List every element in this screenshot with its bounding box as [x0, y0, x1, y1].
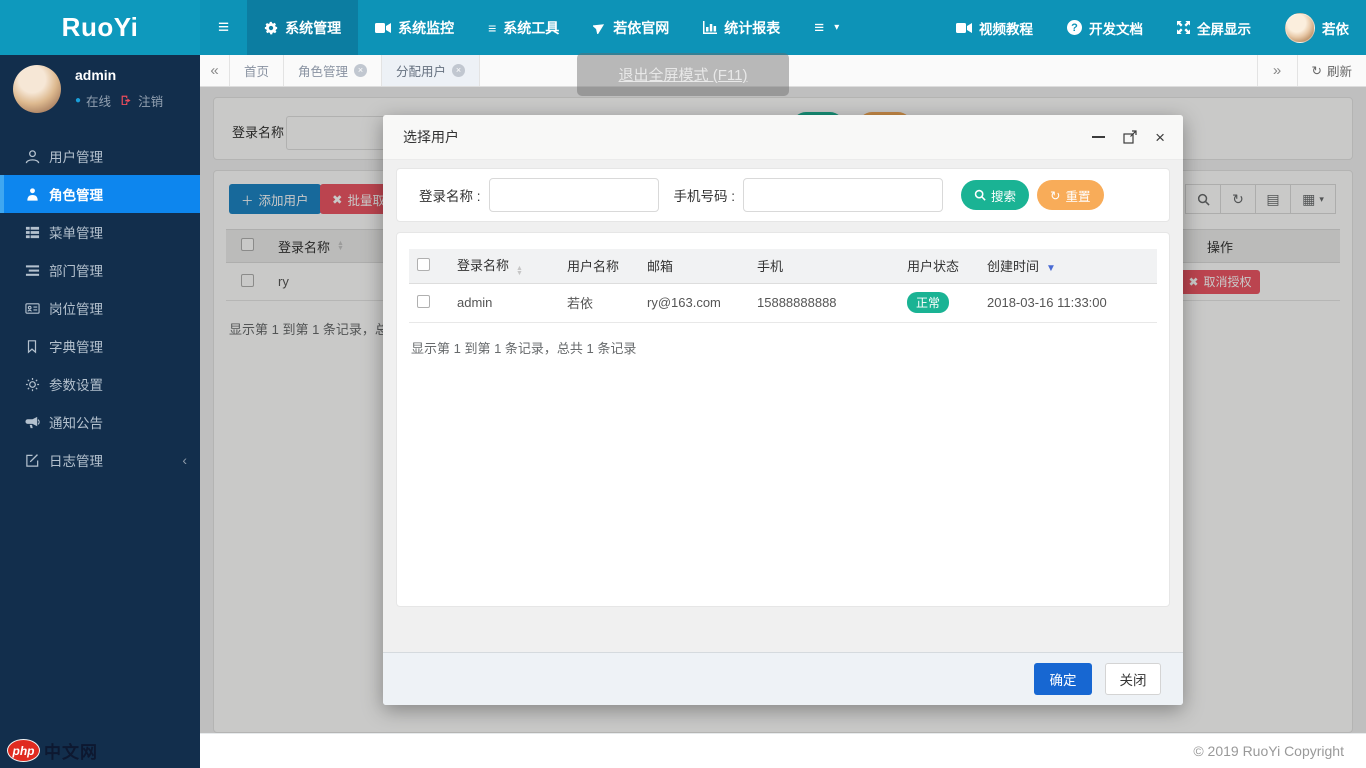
php-cn-watermark: php 中文网: [7, 738, 98, 763]
brand-logo: RuoYi: [0, 0, 200, 55]
nav-link-fullscreen[interactable]: 全屏显示: [1160, 0, 1268, 55]
user-avatar[interactable]: [13, 65, 61, 113]
id-card-icon: [24, 301, 40, 316]
nav-menu-dropdown[interactable]: ≡ ▾: [797, 0, 856, 55]
logout-link[interactable]: 注销: [138, 91, 163, 110]
sidebar-item-role-manage[interactable]: 角色管理: [0, 175, 200, 213]
video-camera-icon: [375, 22, 391, 34]
nav-user-menu[interactable]: 若依: [1268, 0, 1366, 55]
sort-icons[interactable]: ▲▼: [516, 266, 523, 276]
nav-item-statistics[interactable]: 统计报表: [686, 0, 797, 55]
bars-icon: ≡: [488, 20, 496, 36]
close-tab-icon[interactable]: ×: [354, 64, 367, 77]
sidebar-item-post-manage[interactable]: 岗位管理: [0, 289, 200, 327]
bar-chart-icon: [703, 21, 717, 34]
chevron-left-icon: ‹: [182, 452, 187, 468]
sidebar-item-dept-manage[interactable]: 部门管理: [0, 251, 200, 289]
sidebar-toggle-button[interactable]: ≡: [200, 0, 247, 55]
fullscreen-exit-tip: 退出全屏模式 (F11): [577, 53, 789, 96]
table-header-row: 登录名称▲▼ 用户名称 邮箱 手机 用户状态 创建时间▼: [409, 249, 1157, 283]
close-icon[interactable]: ×: [1155, 129, 1165, 146]
nav-item-official-site[interactable]: 若依官网: [576, 0, 686, 55]
maximize-icon[interactable]: [1123, 130, 1137, 144]
confirm-button[interactable]: 确定: [1034, 663, 1092, 695]
pagination-info: 显示第 1 到第 1 条记录，总共 1 条记录: [411, 338, 1155, 357]
nav-item-system-tools[interactable]: ≡ 系统工具: [471, 0, 576, 55]
tab-home[interactable]: 首页: [230, 55, 284, 86]
tabs-scroll-right-button[interactable]: »: [1257, 55, 1297, 86]
question-circle-icon: ?: [1067, 20, 1082, 35]
tab-assign-user[interactable]: 分配用户 ×: [382, 55, 480, 86]
php-logo: php: [7, 739, 40, 762]
select-user-dialog: 选择用户 × 登录名称 : 手机号码 : 搜索 ↻ 重置: [383, 115, 1183, 705]
table-row-admin[interactable]: admin 若依 ry@163.com 15888888888 正常 2018-…: [409, 283, 1157, 322]
hamburger-icon: ≡: [814, 18, 824, 38]
copyright-text: © 2019 RuoYi Copyright: [1193, 743, 1344, 759]
sidebar-item-user-manage[interactable]: 用户管理: [0, 137, 200, 175]
row-checkbox[interactable]: [417, 295, 430, 308]
dialog-body: 登录名称 : 手机号码 : 搜索 ↻ 重置 登录名称▲▼: [383, 160, 1183, 652]
refresh-tab-button[interactable]: ↻ 刷新: [1297, 55, 1366, 86]
phone-label: 手机号码 :: [674, 185, 736, 205]
sidebar: admin ● 在线 注销 用户管理 角色管理 菜单管理 部门管理: [0, 55, 200, 768]
refresh-icon: ↻: [1312, 63, 1322, 78]
dialog-header: 选择用户 ×: [383, 115, 1183, 160]
bookmark-icon: [24, 339, 40, 354]
refresh-icon: ↻: [1050, 188, 1060, 203]
minimize-icon[interactable]: [1092, 136, 1105, 138]
dialog-search-panel: 登录名称 : 手机号码 : 搜索 ↻ 重置: [396, 168, 1170, 222]
sidebar-item-dict-manage[interactable]: 字典管理: [0, 327, 200, 365]
logout-icon: [120, 94, 133, 107]
hamburger-icon: ≡: [218, 17, 229, 39]
login-name-input[interactable]: [489, 178, 659, 212]
list-icon: [24, 225, 40, 240]
gear-icon: [264, 21, 278, 35]
sidebar-menu: 用户管理 角色管理 菜单管理 部门管理 岗位管理 字典管理 参数设置 通知公告: [0, 137, 200, 479]
sort-desc-icon[interactable]: ▼: [1046, 263, 1056, 274]
select-all-checkbox[interactable]: [417, 258, 430, 271]
edit-icon: [24, 453, 40, 468]
chevron-down-icon: ▾: [834, 22, 839, 33]
sidebar-item-notice[interactable]: 通知公告: [0, 403, 200, 441]
fullscreen-icon: [1177, 21, 1190, 34]
user-avatar: [1285, 13, 1315, 43]
search-icon: [974, 189, 986, 201]
nav-item-system-monitor[interactable]: 系统监控: [358, 0, 471, 55]
status-badge: 正常: [907, 292, 949, 313]
reset-button[interactable]: ↻ 重置: [1037, 180, 1104, 210]
tabs-scroll-left-button[interactable]: «: [200, 55, 230, 86]
dialog-table-panel: 登录名称▲▼ 用户名称 邮箱 手机 用户状态 创建时间▼ admin 若依 ry…: [396, 232, 1170, 607]
nav-item-system-manage[interactable]: 系统管理: [247, 0, 358, 55]
top-navbar: RuoYi ≡ 系统管理 系统监控 ≡ 系统工具 若依官网 统计报表 ≡ ▾: [0, 0, 1366, 55]
dialog-footer: 确定 关闭: [383, 652, 1183, 705]
paper-plane-icon: [593, 21, 606, 34]
phone-input[interactable]: [743, 178, 943, 212]
nav-link-dev-docs[interactable]: ? 开发文档: [1050, 0, 1160, 55]
dialog-title: 选择用户: [383, 127, 459, 147]
indent-list-icon: [24, 263, 40, 278]
sun-icon: [24, 377, 40, 392]
login-name-label: 登录名称 :: [419, 185, 481, 205]
online-status-label: 在线: [86, 91, 111, 110]
page-footer: © 2019 RuoYi Copyright: [200, 733, 1366, 768]
user-name: admin: [75, 67, 163, 83]
user-icon: [24, 149, 40, 164]
sidebar-item-param-settings[interactable]: 参数设置: [0, 365, 200, 403]
sidebar-item-menu-manage[interactable]: 菜单管理: [0, 213, 200, 251]
tab-role-manage[interactable]: 角色管理 ×: [284, 55, 382, 86]
video-camera-icon: [956, 22, 972, 34]
nav-link-video-tutorial[interactable]: 视频教程: [939, 0, 1050, 55]
sidebar-item-log-manage[interactable]: 日志管理 ‹: [0, 441, 200, 479]
sidebar-user-panel: admin ● 在线 注销: [0, 55, 200, 123]
online-dot-icon: ●: [75, 95, 81, 106]
search-button[interactable]: 搜索: [961, 180, 1029, 210]
role-user-icon: [24, 187, 40, 202]
close-tab-icon[interactable]: ×: [452, 64, 465, 77]
user-table: 登录名称▲▼ 用户名称 邮箱 手机 用户状态 创建时间▼ admin 若依 ry…: [409, 249, 1157, 323]
close-button[interactable]: 关闭: [1105, 663, 1161, 695]
bullhorn-icon: [24, 415, 40, 430]
